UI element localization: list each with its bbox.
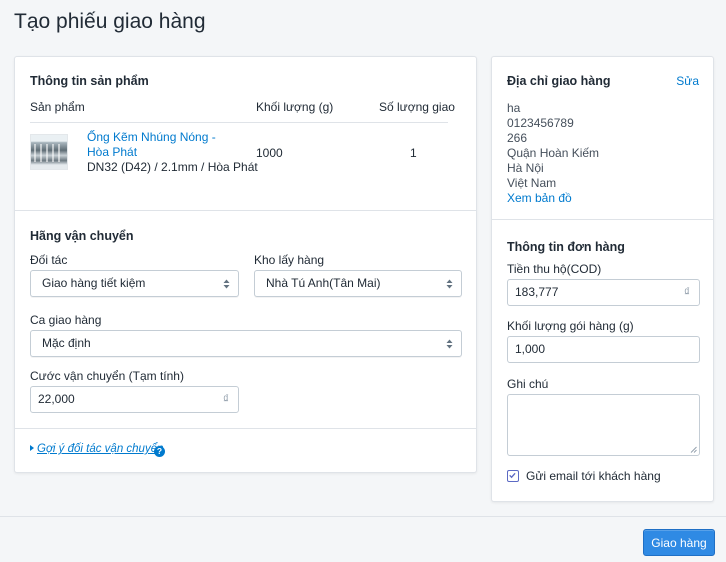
note-textarea[interactable] — [507, 394, 700, 456]
caret-right-icon — [30, 444, 34, 451]
table-header-divider — [30, 122, 448, 123]
view-map-link[interactable]: Xem bản đồ — [507, 191, 572, 206]
address-district: Quận Hoàn Kiếm — [507, 146, 600, 160]
address-phone: 0123456789 — [507, 116, 574, 130]
currency-suffix: ₫ — [222, 392, 229, 406]
shift-select[interactable]: Mặc định — [30, 330, 462, 357]
send-email-label: Gửi email tới khách hàng — [526, 469, 661, 483]
shipping-fee-value: 22,000 — [38, 392, 75, 406]
shift-select-value: Mặc định — [42, 336, 91, 350]
product-name-link[interactable]: Ống Kẽm Nhúng Nóng - Hòa Phát — [87, 130, 237, 160]
package-weight-label: Khối lượng gói hàng (g) — [507, 319, 634, 333]
currency-suffix: ₫ — [683, 285, 690, 299]
product-thumbnail — [30, 134, 68, 170]
resize-grip-icon[interactable] — [690, 446, 697, 453]
address-section-title: Địa chỉ giao hàng — [507, 74, 611, 88]
column-header-weight: Khối lượng (g) — [256, 100, 334, 114]
product-section-title: Thông tin sản phẩm — [30, 74, 149, 88]
shipment-card: Thông tin sản phẩm Sản phẩm Khối lượng (… — [14, 56, 477, 473]
page-title: Tạo phiếu giao hàng — [14, 10, 206, 33]
section-divider — [492, 219, 713, 220]
partner-select-value: Giao hàng tiết kiệm — [42, 276, 146, 290]
column-header-quantity: Số lượng giao — [379, 100, 455, 114]
address-country: Việt Nam — [507, 176, 557, 190]
up-down-arrows-icon — [446, 279, 453, 289]
package-weight-input[interactable]: 1,000 — [507, 336, 700, 363]
cod-value: 183,777 — [515, 285, 559, 299]
note-label: Ghi chú — [507, 377, 549, 391]
product-quantity: 1 — [410, 146, 417, 160]
product-variant: DN32 (D42) / 2.1mm / Hòa Phát — [87, 160, 258, 174]
submit-shipment-button[interactable]: Giao hàng — [643, 529, 715, 556]
shipping-fee-input[interactable]: 22,000 ₫ — [30, 386, 239, 413]
address-city: Hà Nội — [507, 161, 544, 175]
warehouse-label: Kho lấy hàng — [254, 253, 325, 267]
column-header-product: Sản phẩm — [30, 100, 85, 114]
edit-address-link[interactable]: Sửa — [676, 74, 699, 88]
shipping-section-title: Hãng vận chuyển — [30, 229, 134, 243]
cod-label: Tiền thu hộ(COD) — [507, 262, 602, 276]
order-section-title: Thông tin đơn hàng — [507, 240, 625, 254]
footer-divider — [0, 516, 726, 517]
section-divider — [15, 210, 476, 211]
shipping-fee-label: Cước vận chuyển (Tạm tính) — [30, 369, 184, 383]
up-down-arrows-icon — [446, 339, 453, 349]
suggest-partner-label: Gợi ý đối tác vận chuyển — [37, 443, 164, 455]
warehouse-select-value: Nhà Tú Anh(Tân Mai) — [266, 276, 381, 290]
checkmark-icon — [509, 472, 516, 479]
suggest-partner-link[interactable]: Gợi ý đối tác vận chuyển — [30, 443, 164, 455]
send-email-checkbox[interactable] — [507, 470, 519, 482]
address-name: ha — [507, 101, 521, 115]
shift-label: Ca giao hàng — [30, 313, 102, 327]
package-weight-value: 1,000 — [515, 342, 546, 356]
product-weight: 1000 — [256, 146, 283, 160]
partner-select[interactable]: Giao hàng tiết kiệm — [30, 270, 239, 297]
customer-card: Địa chỉ giao hàng Sửa ha 0123456789 266 … — [491, 56, 714, 502]
cod-input[interactable]: 183,777 ₫ — [507, 279, 700, 306]
up-down-arrows-icon — [223, 279, 230, 289]
partner-label: Đối tác — [30, 253, 68, 267]
section-divider — [15, 428, 476, 429]
help-icon[interactable]: ? — [154, 446, 165, 457]
warehouse-select[interactable]: Nhà Tú Anh(Tân Mai) — [254, 270, 462, 297]
address-street: 266 — [507, 131, 528, 145]
